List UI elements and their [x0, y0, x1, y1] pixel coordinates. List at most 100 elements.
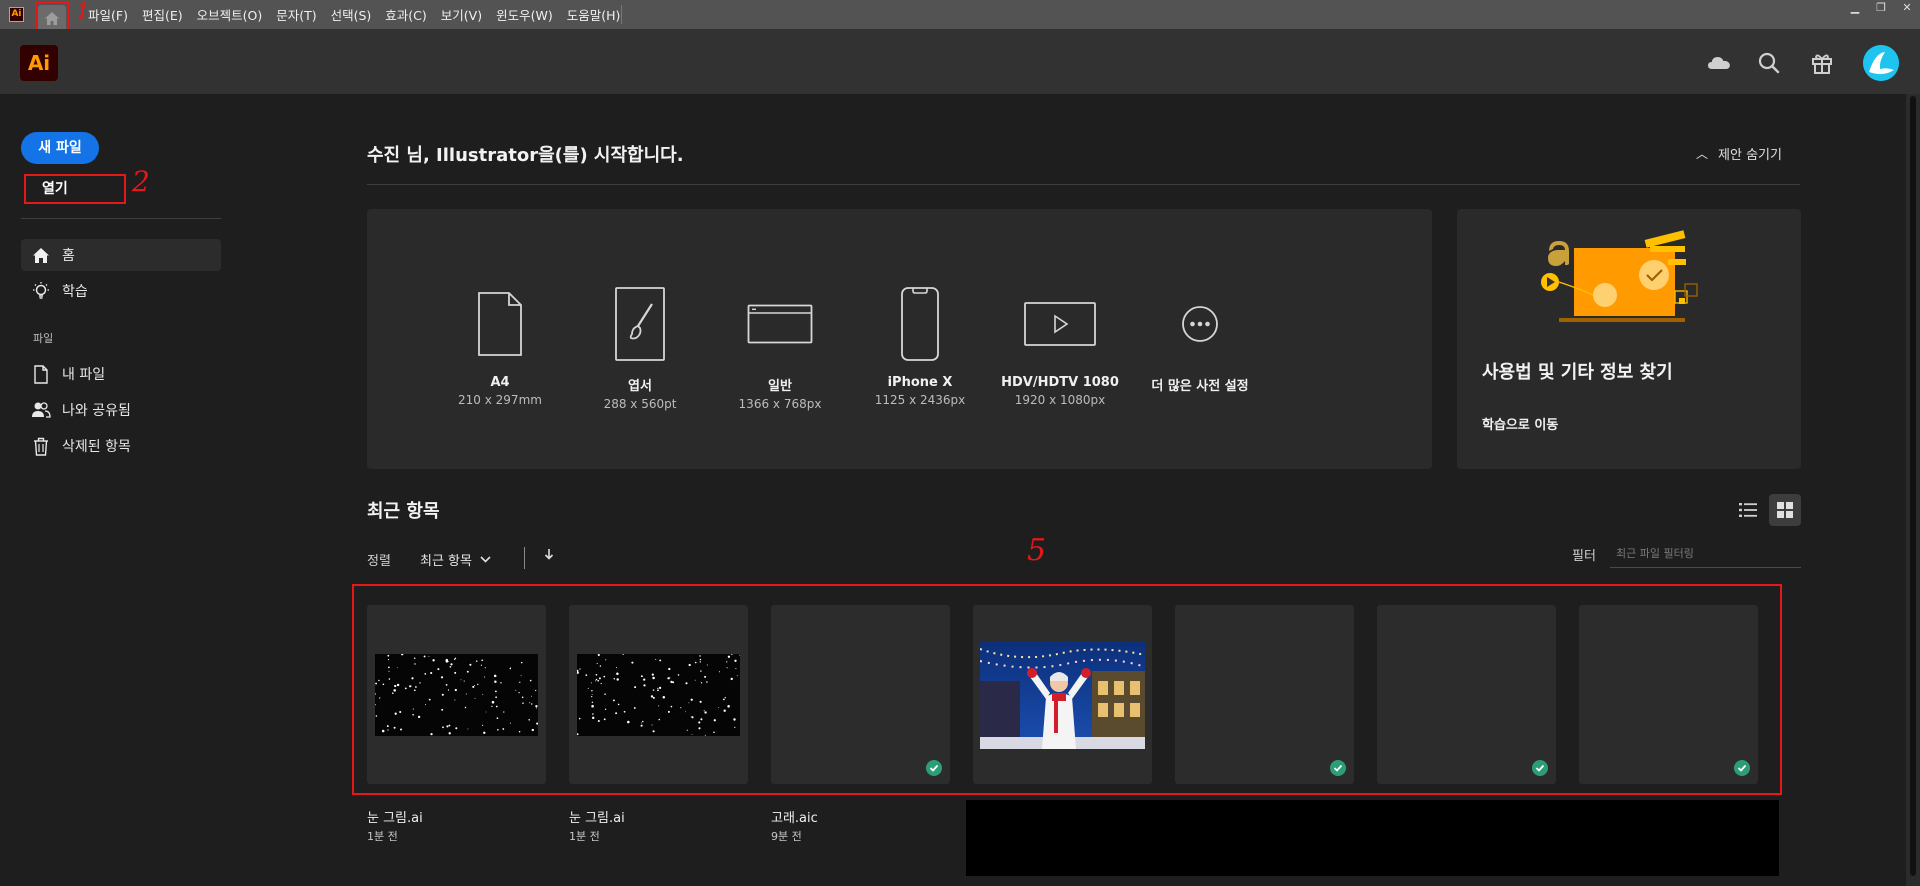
page-title: 수진 님, Illustrator을(를) 시작합니다. [367, 145, 684, 166]
annotation-number-2: 2 [132, 165, 150, 198]
list-view-button[interactable] [1732, 494, 1764, 526]
app-header: Ai [0, 29, 1920, 94]
sidebar-item-shared[interactable]: 나와 공유됨 [21, 394, 221, 426]
menu-bar: Ai 파일(F) 편집(E) 오브젝트(O) 문자(T) 선택(S) 효과(C)… [0, 0, 1920, 31]
vertical-scrollbar[interactable] [1906, 94, 1920, 886]
recent-file-name[interactable]: 눈 그림.ai [367, 807, 423, 826]
menu-list: 파일(F) 편집(E) 오브젝트(O) 문자(T) 선택(S) 효과(C) 보기… [88, 0, 634, 29]
menu-object[interactable]: 오브젝트(O) [197, 5, 263, 24]
gift-icon[interactable] [1808, 49, 1836, 77]
cloud-icon[interactable] [1705, 49, 1733, 77]
recent-file-date: 1분 전 [569, 830, 600, 843]
document-icon [30, 363, 52, 385]
browser-window-icon [747, 304, 813, 344]
preset-size: 1366 x 768px [738, 397, 822, 411]
sidebar-item-learn[interactable]: 학습 [21, 275, 221, 307]
preset-panel: A4 210 x 297mm 엽서 288 x 560pt 일반 1366 x … [367, 209, 1432, 469]
preset-name: 엽서 [628, 379, 652, 394]
list-view-icon [1739, 503, 1757, 517]
filter-label: 필터 [1572, 549, 1596, 564]
annotation-box-2 [24, 174, 126, 204]
sidebar-item-my-files[interactable]: 내 파일 [21, 358, 221, 390]
preset-size: 210 x 297mm [458, 393, 542, 407]
sort-divider [524, 547, 525, 569]
sidebar: 새 파일 열기 홈 학습 파일 내 파일 나와 공유됨 삭제된 항목 [0, 94, 240, 886]
sidebar-item-label: 나와 공유됨 [62, 403, 131, 419]
preset-name: 일반 [768, 379, 792, 394]
redacted-area [966, 800, 1779, 876]
learn-illustration [1541, 230, 1698, 322]
menu-type[interactable]: 문자(T) [276, 5, 316, 24]
preset-name: HDV/HDTV 1080 [1001, 375, 1119, 390]
sidebar-item-home[interactable]: 홈 [21, 239, 221, 271]
window-controls: ▁ ❐ ✕ [1842, 0, 1920, 18]
learn-card[interactable]: 사용법 및 기타 정보 찾기 학습으로 이동 [1457, 209, 1801, 469]
chevron-down-icon [480, 556, 491, 563]
recent-file-name[interactable]: 눈 그림.ai [569, 807, 625, 826]
menu-file[interactable]: 파일(F) [88, 5, 128, 24]
menu-select[interactable]: 선택(S) [331, 5, 372, 24]
shared-users-icon [30, 399, 52, 421]
sort-direction-button[interactable] [543, 547, 555, 565]
menu-help[interactable]: 도움말(H) [567, 5, 621, 24]
avatar[interactable] [1863, 45, 1899, 81]
preset-name: A4 [490, 375, 510, 390]
illustrator-logo: Ai [20, 45, 58, 81]
preset-name: iPhone X [887, 375, 953, 390]
close-icon[interactable]: ✕ [1894, 0, 1920, 18]
phone-icon [901, 287, 939, 361]
more-dots-icon [1182, 306, 1218, 342]
preset-size: 1920 x 1080px [1014, 393, 1106, 407]
grid-view-icon [1777, 502, 1793, 518]
annotation-number-5: 5 [1027, 533, 1047, 568]
menu-effect[interactable]: 효과(C) [385, 5, 426, 24]
grid-view-button[interactable] [1769, 494, 1801, 526]
go-to-learn-link[interactable]: 학습으로 이동 [1482, 414, 1558, 433]
preset-general[interactable]: 일반 1366 x 768px [710, 285, 850, 411]
filter-input[interactable] [1610, 540, 1801, 568]
sidebar-item-label: 학습 [62, 284, 88, 300]
lightbulb-icon [30, 280, 52, 302]
recent-file-name[interactable]: 고래.aic [771, 807, 818, 826]
illustrator-app-icon: Ai [9, 7, 24, 22]
menu-window[interactable]: 윈도우(W) [496, 5, 553, 24]
postcard-brush-icon [615, 287, 665, 361]
learn-card-title: 사용법 및 기타 정보 찾기 [1482, 362, 1673, 383]
preset-a4[interactable]: A4 210 x 297mm [430, 285, 570, 407]
preset-hdtv[interactable]: HDV/HDTV 1080 1920 x 1080px [990, 285, 1130, 407]
sort-dropdown[interactable]: 최근 항목 [420, 550, 491, 569]
preset-iphone-x[interactable]: iPhone X 1125 x 2436px [850, 285, 990, 407]
sort-dropdown-value: 최근 항목 [420, 554, 472, 569]
scrollbar-thumb[interactable] [1910, 96, 1916, 876]
hide-suggestions-button[interactable]: ︿ 제안 숨기기 [1696, 144, 1782, 163]
hide-suggestions-label: 제안 숨기기 [1718, 148, 1782, 163]
sort-label: 정렬 [367, 554, 391, 569]
preset-postcard[interactable]: 엽서 288 x 560pt [570, 285, 710, 411]
header-divider [367, 184, 1800, 185]
document-page-icon [478, 292, 522, 356]
recent-section-title: 최근 항목 [367, 501, 440, 522]
preset-size: 288 x 560pt [603, 397, 677, 411]
preset-size: 1125 x 2436px [874, 393, 966, 407]
annotation-box-5 [352, 584, 1782, 795]
sidebar-item-deleted[interactable]: 삭제된 항목 [21, 430, 221, 462]
chevron-up-icon: ︿ [1696, 147, 1709, 161]
video-play-icon [1024, 302, 1096, 346]
annotation-number-1: 1 [75, 0, 91, 26]
sidebar-group-files: 파일 [33, 332, 54, 345]
preset-more[interactable]: 더 많은 사전 설정 [1130, 285, 1270, 394]
sidebar-item-label: 내 파일 [62, 367, 106, 383]
search-icon[interactable] [1755, 49, 1783, 77]
sidebar-item-label: 홈 [62, 248, 75, 264]
sidebar-item-label: 삭제된 항목 [62, 439, 131, 455]
preset-name: 더 많은 사전 설정 [1151, 379, 1249, 394]
new-file-button[interactable]: 새 파일 [21, 132, 99, 164]
trash-icon [30, 435, 52, 457]
recent-file-date: 1분 전 [367, 830, 398, 843]
restore-icon[interactable]: ❐ [1868, 0, 1894, 18]
menu-edit[interactable]: 편집(E) [142, 5, 183, 24]
home-icon [30, 244, 52, 266]
menu-view[interactable]: 보기(V) [441, 5, 482, 24]
minimize-icon[interactable]: ▁ [1842, 0, 1868, 18]
arrow-down-icon [544, 549, 554, 560]
